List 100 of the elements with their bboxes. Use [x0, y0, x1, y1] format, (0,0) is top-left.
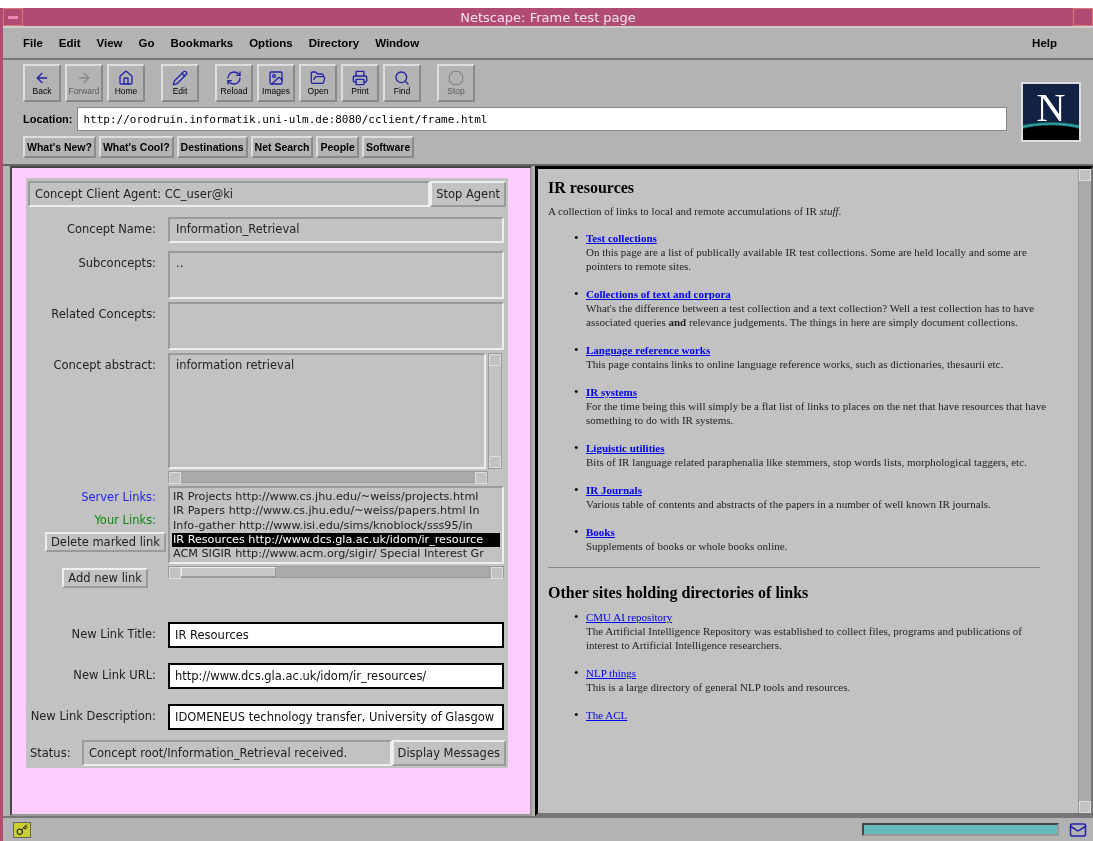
resource-link[interactable]: The ACL: [586, 709, 628, 721]
menu-item[interactable]: Edit: [58, 37, 81, 49]
resource-link[interactable]: NLP things: [586, 667, 636, 679]
add-link-button[interactable]: Add new link: [62, 568, 148, 588]
forward-icon: [76, 70, 92, 86]
toolbar-button[interactable]: Edit: [161, 64, 199, 102]
bullet: •: [574, 666, 580, 682]
agent-name: Concept Client Agent: CC_user@ki: [28, 181, 431, 207]
browser-logo: N: [1021, 82, 1081, 142]
printer-icon: [352, 70, 368, 86]
field-label: New Link Title:: [70, 626, 157, 641]
link-description: This is a large directory of general NLP tools and resources.: [586, 680, 852, 694]
toolbar-button[interactable]: Print: [341, 64, 379, 102]
subconcepts-field[interactable]: ..: [168, 251, 504, 299]
resource-link[interactable]: Test collections: [586, 232, 657, 244]
mail-icon[interactable]: [1069, 820, 1087, 839]
link-list-item[interactable]: Info-gather http://www.isi.edu/sims/knoblock/sss95/in: [172, 518, 500, 533]
abstract-field[interactable]: information retrieval: [168, 353, 486, 469]
menu-item[interactable]: Go: [138, 37, 155, 49]
bullet: •: [574, 708, 580, 722]
link-list-item[interactable]: IR Projects http://www.cs.jhu.edu/~weiss/projects.html: [172, 490, 500, 505]
your-links-label: Your Links:: [94, 512, 157, 529]
link-description: On this page are a list of publically available IR test collections. Some are held locally and some are pointers to remote sites.: [586, 245, 1028, 273]
links-list[interactable]: [168, 486, 504, 564]
link-list-item[interactable]: ACM SIGIR http://www.acm.org/sigir/ Special Interest Gr: [172, 547, 500, 562]
vertical-scrollbar[interactable]: [488, 353, 502, 469]
toolbar-button[interactable]: Reload: [215, 64, 253, 102]
directory-button[interactable]: Net Search: [250, 136, 314, 158]
bullet: •: [574, 441, 580, 457]
resource-link[interactable]: CMU AI repository: [586, 611, 673, 623]
horizontal-scrollbar[interactable]: [168, 471, 488, 483]
link-list-item[interactable]: IR Papers http://www.cs.jhu.edu/~weiss/papers.html In: [172, 504, 500, 519]
related-concepts-field[interactable]: [168, 302, 504, 350]
resource-link[interactable]: IR systems: [586, 386, 638, 398]
link-list-item[interactable]: IR Resources http://www.dcs.gla.ac.uk/idom/ir_resource: [172, 532, 500, 548]
menu-item[interactable]: Options: [249, 37, 293, 49]
link-description: Bits of IR language related paraphenalia like stemmers, stop words lists, morphological taggers, etc.: [586, 455, 1028, 469]
location-field[interactable]: http://orodruin.informatik.uni-ulm.de:8080/cclient/frame.html: [76, 107, 1007, 131]
folder-icon: [310, 70, 326, 86]
menu-item[interactable]: File: [23, 37, 43, 49]
search-icon: [394, 70, 410, 86]
directory-button[interactable]: Destinations: [176, 136, 248, 158]
section-heading: IR resources: [548, 179, 636, 197]
resource-link[interactable]: Language reference works: [586, 344, 711, 356]
directory-button[interactable]: People: [316, 136, 359, 158]
server-links-label: Server Links:: [81, 489, 157, 506]
bullet: •: [574, 287, 580, 303]
link-title-field[interactable]: IR Resources: [168, 622, 504, 648]
menu-item[interactable]: Window: [375, 37, 420, 49]
directory-button[interactable]: What's New?: [23, 136, 96, 158]
location-label: Location:: [23, 113, 73, 125]
menu-item[interactable]: View: [96, 37, 123, 49]
display-messages-button[interactable]: Display Messages: [391, 740, 506, 766]
back-icon: [34, 70, 50, 86]
toolbar-button[interactable]: Back: [23, 64, 61, 102]
field-label: Related Concepts:: [50, 306, 157, 321]
toolbar-button[interactable]: Find: [383, 64, 421, 102]
field-label: Concept abstract:: [52, 357, 157, 372]
directory-button[interactable]: Software: [361, 136, 415, 158]
menu-item[interactable]: Directory: [308, 37, 360, 49]
menu-item[interactable]: Bookmarks: [170, 37, 234, 49]
bullet: •: [574, 231, 580, 247]
status-label: Status:: [29, 746, 72, 760]
horizontal-scrollbar[interactable]: [168, 566, 504, 578]
resource-link[interactable]: Liguistic utilities: [586, 442, 665, 454]
window-menu-button[interactable]: [3, 8, 23, 26]
vertical-scrollbar[interactable]: [1078, 169, 1091, 813]
link-description: For the time being this will simply be a flat list of links to places on the net that have resources that have something to do with IR systems.: [586, 399, 1048, 427]
bullet: •: [574, 343, 580, 359]
field-label: New Link URL:: [72, 667, 157, 682]
stop-icon: [448, 70, 464, 86]
resource-link[interactable]: Collections of text and corpora: [586, 288, 731, 300]
directory-button[interactable]: What's Cool?: [98, 136, 174, 158]
link-description: What's the difference between a test collection and a text collection? Well a test collection has to have associated queries and relevance judgements. The things in here are simply document collections.: [586, 301, 1036, 329]
link-description-field[interactable]: IDOMENEUS technology transfer, University of Glasgow: [168, 704, 504, 730]
toolbar-button[interactable]: Images: [257, 64, 295, 102]
images-icon: [268, 70, 284, 86]
reload-icon: [226, 70, 242, 86]
field-label: Subconcepts:: [77, 255, 157, 270]
status-field: Concept root/Information_Retrieval received.: [82, 740, 392, 766]
section-heading: Other sites holding directories of links: [548, 584, 810, 602]
link-description: The Artificial Intelligence Repository was established to collect files, programs and publications of interest to Artificial Intelligence researchers.: [586, 624, 1023, 652]
security-key-icon: [13, 821, 31, 838]
concept-name-field[interactable]: Information_Retrieval: [168, 217, 504, 243]
stop-agent-button[interactable]: Stop Agent: [430, 181, 506, 207]
pencil-icon: [172, 70, 188, 86]
bullet: •: [574, 483, 580, 499]
menu-item[interactable]: Help: [1032, 37, 1057, 49]
bullet: •: [574, 525, 580, 541]
delete-link-button[interactable]: Delete marked link: [44, 532, 166, 552]
window-title: Netscape: Frame test page: [459, 9, 637, 25]
toolbar-button[interactable]: Open: [299, 64, 337, 102]
field-label: New Link Description:: [29, 708, 157, 723]
bullet: •: [574, 610, 580, 626]
link-url-field[interactable]: http://www.dcs.gla.ac.uk/idom/ir_resources/: [168, 663, 504, 689]
field-label: Concept Name:: [65, 221, 157, 236]
link-description: Supplements of books or whole books online.: [586, 539, 789, 553]
resource-link[interactable]: IR Journals: [586, 484, 642, 496]
resource-link[interactable]: Books: [586, 526, 615, 538]
toolbar-button[interactable]: Home: [107, 64, 145, 102]
